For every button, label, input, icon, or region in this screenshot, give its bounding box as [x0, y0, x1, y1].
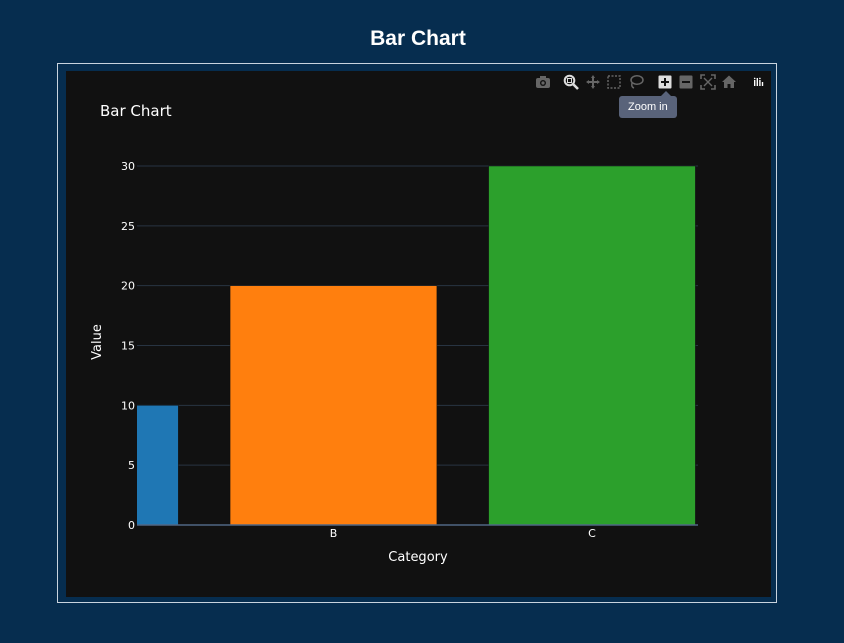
camera-icon[interactable] [535, 74, 551, 90]
y-tick-label: 15 [121, 340, 135, 353]
zoom-icon[interactable] [563, 74, 579, 90]
y-axis-title: Value [90, 324, 105, 360]
y-tick-label: 25 [121, 220, 135, 233]
pan-icon[interactable] [585, 74, 601, 90]
zoom-in-icon[interactable] [657, 74, 673, 90]
y-tick-label: 0 [128, 519, 135, 532]
y-tick-label: 30 [121, 160, 135, 173]
autoscale-icon[interactable] [700, 74, 716, 90]
lasso-select-icon[interactable] [628, 74, 644, 90]
bar-a[interactable] [0, 405, 179, 525]
y-tick-label: 10 [121, 399, 135, 412]
x-tick-label: B [330, 527, 338, 540]
plotly-logo-icon[interactable] [750, 74, 766, 90]
x-tick-label: C [588, 527, 596, 540]
y-tick-label: 5 [128, 459, 135, 472]
reset-axes-icon[interactable] [721, 74, 737, 90]
chart-title: Bar Chart [100, 102, 172, 120]
box-select-icon[interactable] [606, 74, 622, 90]
zoom-out-icon[interactable] [678, 74, 694, 90]
bar-c[interactable] [488, 165, 696, 525]
bar-chart[interactable]: 0 5 10 15 20 25 30 B C Bar Chart Category Value [0, 0, 844, 643]
x-axis-title: Category [388, 550, 448, 565]
zoom-in-tooltip: Zoom in [619, 91, 677, 118]
y-tick-label: 20 [121, 280, 135, 293]
bar-b[interactable] [229, 285, 438, 525]
